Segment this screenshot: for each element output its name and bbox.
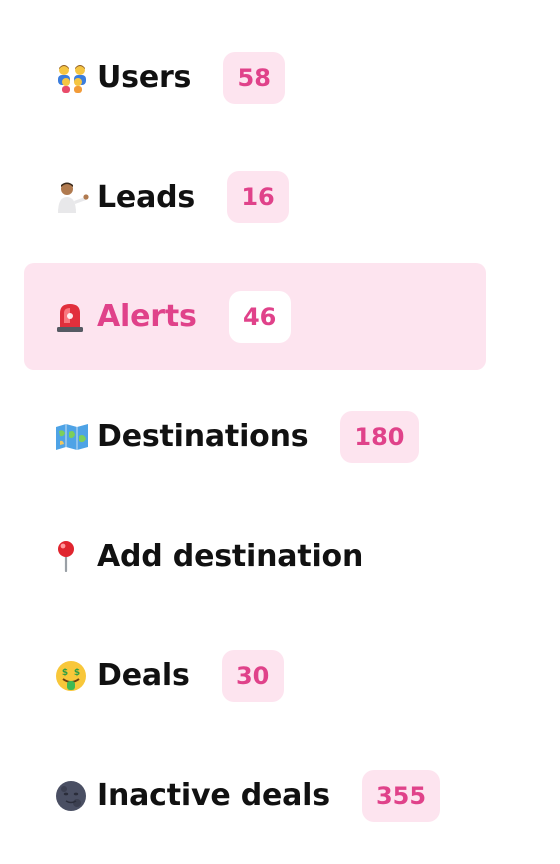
svg-text:$: $ [62, 668, 68, 678]
count-badge: 46 [228, 290, 291, 343]
svg-text:$: $ [74, 668, 80, 678]
sidebar-nav: Users 58 Leads 16 Alerts 46 Destinations… [24, 24, 486, 862]
nav-item-destinations[interactable]: Destinations 180 [24, 383, 486, 490]
nav-item-label: Leads [97, 179, 196, 215]
count-badge: 58 [223, 51, 286, 104]
count-badge: 180 [340, 410, 419, 463]
nav-item-leads[interactable]: Leads 16 [24, 144, 486, 251]
nav-item-label: Alerts [97, 299, 197, 335]
money-mouth-face-icon: $ $ [55, 658, 91, 694]
count-badge: 355 [361, 769, 441, 822]
nav-item-label: Destinations [97, 419, 309, 455]
person-tipping-hand-icon [55, 179, 91, 215]
police-light-icon [55, 299, 91, 335]
nav-item-inactive-deals[interactable]: Inactive deals 355 [24, 742, 486, 849]
round-pushpin-icon [55, 538, 91, 574]
nav-item-users[interactable]: Users 58 [24, 24, 486, 131]
nav-item-alerts[interactable]: Alerts 46 [24, 263, 486, 371]
count-badge: 30 [221, 649, 284, 702]
nav-item-label: Inactive deals [97, 778, 330, 814]
world-map-icon [55, 419, 91, 455]
nav-item-add-destination[interactable]: Add destination [24, 503, 486, 610]
nav-item-deals[interactable]: $ $ Deals 30 [24, 622, 486, 729]
new-moon-face-icon [55, 778, 91, 814]
nav-item-label: Add destination [97, 538, 364, 574]
nav-item-label: Users [97, 60, 192, 95]
family-icon [55, 60, 91, 96]
nav-item-label: Deals [97, 658, 190, 694]
count-badge: 16 [227, 171, 290, 224]
